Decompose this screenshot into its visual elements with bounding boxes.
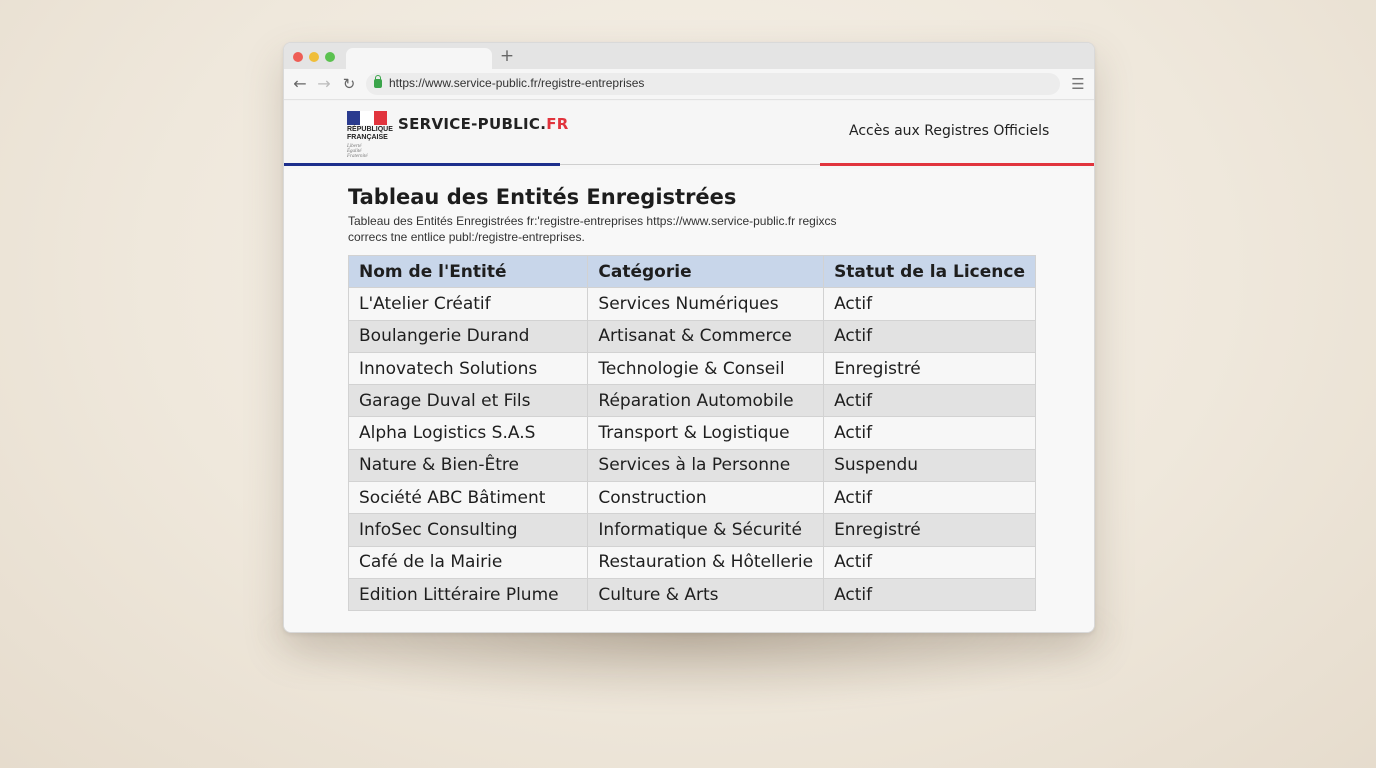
forward-arrow-icon[interactable]: → xyxy=(313,73,335,95)
table-row[interactable]: Innovatech Solutions Technologie & Conse… xyxy=(347,351,1036,386)
active-tab[interactable] xyxy=(346,48,492,70)
status-cell: Actif xyxy=(823,545,1036,579)
header-blue-stripe xyxy=(284,163,560,166)
table-row[interactable]: Garage Duval et Fils Réparation Automobi… xyxy=(347,384,1036,418)
category-cell: Artisanat & Commerce xyxy=(587,319,825,353)
table-row[interactable]: Alpha Logistics S.A.S Transport & Logist… xyxy=(347,416,1036,450)
page-content: RÉPUBLIQUE FRANÇAISE Liberté Égalité Fra… xyxy=(284,101,1094,632)
site-name-main: SERVICE-PUBLIC. xyxy=(398,115,547,133)
entity-name-cell: Garage Duval et Fils xyxy=(347,384,589,418)
flag-icon xyxy=(347,111,387,125)
site-header: RÉPUBLIQUE FRANÇAISE Liberté Égalité Fra… xyxy=(284,101,1094,169)
category-cell: Services Numériques xyxy=(587,287,825,321)
table-row[interactable]: L'Atelier Créatif Services Numériques Ac… xyxy=(347,287,1036,321)
status-cell: Actif xyxy=(823,287,1036,321)
header-divider xyxy=(560,164,820,165)
site-name-tld: FR xyxy=(546,115,569,133)
status-cell: Actif xyxy=(823,481,1036,515)
status-cell: Enregistré xyxy=(823,513,1036,547)
minimize-window-button[interactable] xyxy=(309,52,319,62)
category-cell: Restauration & Hôtellerie xyxy=(587,545,825,579)
status-cell: Actif xyxy=(823,577,1036,612)
table-row[interactable]: Edition Littéraire Plume Culture & Arts … xyxy=(347,577,1036,612)
back-arrow-icon[interactable]: ← xyxy=(289,73,311,95)
entity-name-cell: Boulangerie Durand xyxy=(347,319,589,353)
category-cell: Construction xyxy=(587,481,825,515)
marianne-logo[interactable]: RÉPUBLIQUE FRANÇAISE Liberté Égalité Fra… xyxy=(347,111,393,161)
address-bar[interactable]: https://www.service-public.fr/registre-e… xyxy=(366,73,1060,95)
entity-name-cell: Café de la Mairie xyxy=(347,545,589,579)
status-cell: Actif xyxy=(823,384,1036,418)
category-cell: Transport & Logistique xyxy=(587,416,825,450)
hamburger-menu-icon[interactable]: ☰ xyxy=(1070,74,1086,94)
table-row[interactable]: InfoSec Consulting Informatique & Sécuri… xyxy=(347,513,1036,547)
category-cell: Réparation Automobile xyxy=(587,384,825,418)
table-row[interactable]: Café de la Mairie Restauration & Hôtelle… xyxy=(347,545,1036,579)
entity-name-cell: Edition Littéraire Plume xyxy=(347,577,589,612)
page-description: Tableau des Entités Enregistrées fr:'reg… xyxy=(348,214,837,244)
url-text[interactable]: https://www.service-public.fr/registre-e… xyxy=(389,76,644,90)
entity-name-cell: L'Atelier Créatif xyxy=(347,287,589,321)
lock-icon xyxy=(374,75,382,88)
maximize-window-button[interactable] xyxy=(325,52,335,62)
column-header-category[interactable]: Catégorie xyxy=(587,254,825,289)
new-tab-button[interactable]: + xyxy=(498,46,516,66)
table-row[interactable]: Nature & Bien-Être Services à la Personn… xyxy=(347,448,1036,483)
page-title: Tableau des Entités Enregistrées xyxy=(348,185,737,209)
entities-table: Nom de l'Entité Catégorie Statut de la L… xyxy=(347,254,1036,612)
entity-name-cell: Société ABC Bâtiment xyxy=(347,481,589,515)
tab-strip: + xyxy=(284,43,1094,70)
browser-toolbar: ← → ↻ https://www.service-public.fr/regi… xyxy=(284,69,1094,100)
status-cell: Actif xyxy=(823,416,1036,450)
category-cell: Technologie & Conseil xyxy=(587,351,825,386)
entity-name-cell: Alpha Logistics S.A.S xyxy=(347,416,589,450)
entity-name-cell: InfoSec Consulting xyxy=(347,513,589,547)
logo-motto: Liberté Égalité Fraternité xyxy=(347,144,368,159)
column-header-status[interactable]: Statut de la Licence xyxy=(823,254,1036,289)
category-cell: Services à la Personne xyxy=(587,448,825,483)
entity-name-cell: Innovatech Solutions xyxy=(347,351,589,386)
table-row[interactable]: Boulangerie Durand Artisanat & Commerce … xyxy=(347,319,1036,353)
browser-window: + ← → ↻ https://www.service-public.fr/re… xyxy=(283,42,1095,633)
category-cell: Culture & Arts xyxy=(587,577,825,612)
logo-text: RÉPUBLIQUE FRANÇAISE xyxy=(347,126,393,141)
table-header-row: Nom de l'Entité Catégorie Statut de la L… xyxy=(347,254,1036,289)
site-name[interactable]: SERVICE-PUBLIC.FR xyxy=(398,115,569,133)
close-window-button[interactable] xyxy=(293,52,303,62)
entity-name-cell: Nature & Bien-Être xyxy=(347,448,589,483)
reload-icon[interactable]: ↻ xyxy=(338,73,360,95)
column-header-name[interactable]: Nom de l'Entité xyxy=(347,254,589,289)
category-cell: Informatique & Sécurité xyxy=(587,513,825,547)
registres-officiels-link[interactable]: Accès aux Registres Officiels xyxy=(849,123,1049,139)
status-cell: Actif xyxy=(823,319,1036,353)
table-row[interactable]: Société ABC Bâtiment Construction Actif xyxy=(347,481,1036,515)
header-red-stripe xyxy=(820,163,1094,166)
status-cell: Suspendu xyxy=(823,448,1036,483)
status-cell: Enregistré xyxy=(823,351,1036,386)
